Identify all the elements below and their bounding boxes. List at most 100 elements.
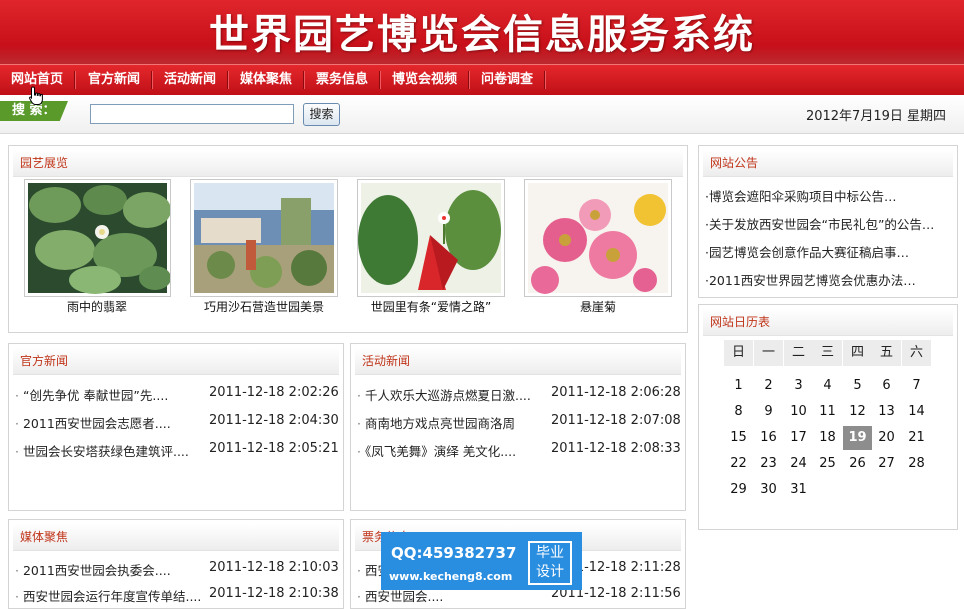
main-nav: 网站首页 官方新闻 活动新闻 媒体聚焦 票务信息 博览会视频 问卷调查 (0, 64, 964, 95)
calendar-day[interactable]: 17 (784, 426, 813, 450)
calendar-day[interactable]: 18 (813, 426, 842, 450)
news-item-title[interactable]: 《凤飞羌舞》演绎 羌文化.... (365, 444, 516, 459)
calendar-day[interactable]: 21 (902, 426, 931, 450)
news-item-time: 2011-12-18 2:07:08 (551, 413, 681, 428)
news-item[interactable]: · 《凤飞羌舞》演绎 羌文化.... (357, 441, 516, 460)
calendar-day[interactable]: 28 (902, 452, 931, 476)
calendar-day[interactable]: 27 (872, 452, 901, 476)
notice-item[interactable]: ·博览会遮阳伞采购项目中标公告… (705, 186, 897, 205)
nav-official-news[interactable]: 官方新闻 (88, 65, 140, 95)
panel-header: 媒体聚焦 (13, 524, 339, 551)
news-item-title[interactable]: 世园会长安塔获绿色建筑评.... (23, 444, 189, 459)
calendar-day[interactable]: 9 (754, 400, 783, 424)
calendar-day[interactable]: 30 (754, 478, 783, 502)
notice-item-title[interactable]: 关于发放西安世园会“市民礼包”的公告… (709, 217, 934, 232)
nav-activity-news[interactable]: 活动新闻 (164, 65, 216, 95)
notice-item-title[interactable]: 博览会遮阳伞采购项目中标公告… (709, 189, 897, 204)
calendar-day[interactable]: 2 (754, 374, 783, 398)
gallery-caption[interactable]: 巧用沙石营造世园美景 (184, 298, 344, 315)
official-news-title: 官方新闻 (20, 354, 69, 368)
gallery-caption[interactable]: 悬崖菊 (518, 298, 678, 315)
bullet-icon: · (15, 589, 19, 604)
calendar-day[interactable]: 16 (754, 426, 783, 450)
calendar-day[interactable]: 20 (872, 426, 901, 450)
calendar-day[interactable]: 29 (724, 478, 753, 502)
calendar-title: 网站日历表 (710, 315, 771, 329)
gallery-image-lotus[interactable] (24, 179, 171, 297)
news-item-title[interactable]: 商南地方戏点亮世园商洛周 (365, 416, 515, 431)
nav-media[interactable]: 媒体聚焦 (240, 65, 292, 95)
gallery-image-rocks[interactable] (190, 179, 338, 297)
watermark-url: www.kecheng8.com (389, 570, 513, 583)
nav-divider (303, 71, 305, 89)
news-item[interactable]: · 千人欢乐大巡游点燃夏日激.... (357, 385, 531, 404)
notice-item-title[interactable]: 2011西安世界园艺博览会优惠办法… (709, 273, 916, 288)
calendar-day-today[interactable]: 19 (843, 426, 872, 450)
nav-divider (227, 71, 229, 89)
news-item-title[interactable]: 2011西安世园会执委会.... (23, 563, 171, 578)
news-item-title[interactable]: 西安世园会运行年度宣传单结.... (23, 589, 201, 604)
search-input[interactable] (90, 104, 294, 124)
nav-divider (379, 71, 381, 89)
watermark-tag-line1: 毕业 (536, 545, 564, 561)
gallery-image-love-road[interactable] (357, 179, 505, 297)
news-item-title[interactable]: 千人欢乐大巡游点燃夏日激.... (365, 388, 531, 403)
news-item-title[interactable]: 西安世园会.... (365, 589, 443, 604)
nav-videos[interactable]: 博览会视频 (392, 65, 457, 95)
notice-item-title[interactable]: 园艺博览会创意作品大赛征稿启事… (709, 245, 909, 260)
calendar-weekday: 二 (784, 340, 813, 366)
calendar-day[interactable]: 13 (872, 400, 901, 424)
calendar-day[interactable]: 4 (813, 374, 842, 398)
nav-tickets[interactable]: 票务信息 (316, 65, 368, 95)
news-item-time: 2011-12-18 2:06:28 (551, 385, 681, 400)
news-item[interactable]: · 2011西安世园会志愿者.... (15, 413, 171, 432)
activity-news-panel: 活动新闻 · 千人欢乐大巡游点燃夏日激.... 2011-12-18 2:06:2… (350, 343, 686, 511)
news-item[interactable]: · 2011西安世园会执委会.... (15, 560, 171, 579)
calendar-day[interactable]: 8 (724, 400, 753, 424)
gallery-image-chrysanthemum[interactable] (524, 179, 672, 297)
calendar-weekday: 一 (754, 340, 783, 366)
calendar-day[interactable]: 7 (902, 374, 931, 398)
calendar-day[interactable]: 22 (724, 452, 753, 476)
panel-header: 官方新闻 (13, 348, 339, 375)
calendar-day[interactable]: 14 (902, 400, 931, 424)
notice-item[interactable]: ·关于发放西安世园会“市民礼包”的公告… (705, 214, 934, 233)
panel-header: 网站日历表 (703, 309, 953, 336)
news-item-time: 2011-12-18 2:08:33 (551, 441, 681, 456)
calendar-day[interactable]: 10 (784, 400, 813, 424)
calendar-day[interactable]: 31 (784, 478, 813, 502)
notices-panel: 网站公告 ·博览会遮阳伞采购项目中标公告… ·关于发放西安世园会“市民礼包”的公… (698, 145, 958, 298)
bullet-icon: · (357, 563, 361, 578)
hand-cursor-icon (28, 86, 43, 105)
calendar-day[interactable]: 1 (724, 374, 753, 398)
calendar-day[interactable]: 26 (843, 452, 872, 476)
news-item[interactable]: · “创先争优 奉献世园”先.... (15, 385, 168, 404)
notice-item[interactable]: ·园艺博览会创意作品大赛征稿启事… (705, 242, 909, 261)
news-item[interactable]: · 西安世园会运行年度宣传单结.... (15, 586, 201, 605)
calendar-day[interactable]: 6 (872, 374, 901, 398)
bullet-icon: · (15, 563, 19, 578)
news-item-time: 2011-12-18 2:10:03 (209, 560, 339, 575)
news-item[interactable]: · 商南地方戏点亮世园商洛周 (357, 413, 515, 432)
calendar-day[interactable]: 25 (813, 452, 842, 476)
calendar-day[interactable]: 24 (784, 452, 813, 476)
gallery-caption[interactable]: 雨中的翡翠 (17, 298, 177, 315)
search-button[interactable]: 搜索 (303, 103, 340, 126)
site-banner: 世界园艺博览会信息服务系统 (0, 0, 964, 64)
calendar-day[interactable]: 3 (784, 374, 813, 398)
news-item-title[interactable]: 2011西安世园会志愿者.... (23, 416, 171, 431)
nav-survey[interactable]: 问卷调查 (481, 65, 533, 95)
calendar-day[interactable]: 23 (754, 452, 783, 476)
watermark-badge: QQ:459382737 www.kecheng8.com 毕业 设计 (381, 532, 582, 590)
news-item[interactable]: · 世园会长安塔获绿色建筑评.... (15, 441, 189, 460)
calendar-day[interactable]: 5 (843, 374, 872, 398)
watermark-qq: QQ:459382737 (391, 544, 517, 562)
watermark-tag: 毕业 设计 (528, 541, 572, 585)
gallery-title: 园艺展览 (20, 156, 69, 170)
gallery-caption[interactable]: 世园里有条“爱情之路” (351, 298, 511, 315)
calendar-day[interactable]: 12 (843, 400, 872, 424)
calendar-day[interactable]: 11 (813, 400, 842, 424)
calendar-day[interactable]: 15 (724, 426, 753, 450)
news-item-title[interactable]: “创先争优 奉献世园”先.... (23, 388, 168, 403)
notice-item[interactable]: ·2011西安世界园艺博览会优惠办法… (705, 270, 916, 289)
